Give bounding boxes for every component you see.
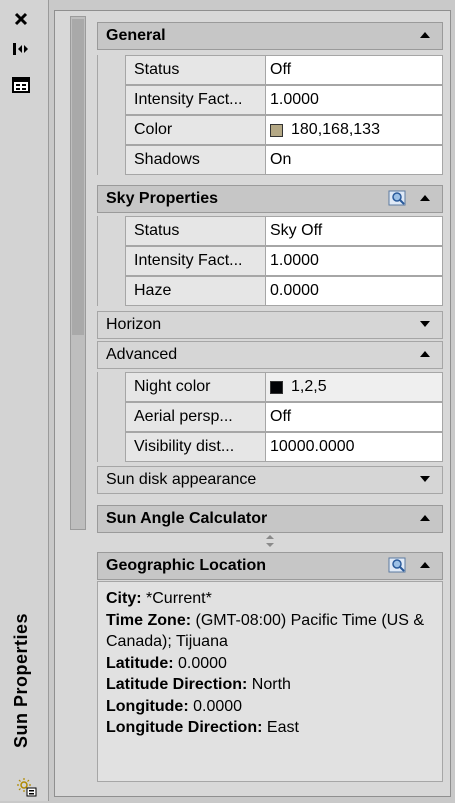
collapse-icon[interactable] bbox=[420, 351, 430, 357]
prop-row-visibility: Visibility dist... 10000.0000 bbox=[97, 432, 443, 462]
prop-name: Night color bbox=[125, 372, 265, 402]
prop-name: Intensity Fact... bbox=[125, 246, 265, 276]
scrollbar[interactable] bbox=[70, 16, 86, 530]
prop-row-haze: Haze 0.0000 bbox=[97, 276, 443, 306]
geo-latitude: Latitude: 0.0000 bbox=[106, 654, 227, 672]
magnifier-icon[interactable] bbox=[388, 190, 408, 208]
prop-row-shadows: Shadows On bbox=[97, 145, 443, 175]
collapse-icon[interactable] bbox=[420, 195, 430, 201]
prop-row-color: Color 180,168,133 bbox=[97, 115, 443, 145]
color-swatch bbox=[270, 123, 283, 137]
prop-row-aerial: Aerial persp... Off bbox=[97, 402, 443, 432]
collapse-icon[interactable] bbox=[420, 32, 430, 38]
color-swatch bbox=[270, 380, 283, 394]
properties-icon[interactable] bbox=[6, 74, 36, 96]
prop-row-sky-status: Status Sky Off bbox=[97, 216, 443, 246]
prop-name: Visibility dist... bbox=[125, 432, 265, 462]
palette-title: Sun Properties bbox=[11, 612, 32, 748]
panel-splitter[interactable] bbox=[97, 531, 443, 551]
prop-value[interactable]: 0.0000 bbox=[265, 276, 443, 306]
geo-longitude-direction: Longitude Direction: East bbox=[106, 719, 299, 736]
prop-name: Intensity Fact... bbox=[125, 85, 265, 115]
subsection-sun-disk[interactable]: Sun disk appearance bbox=[97, 466, 443, 494]
section-geographic-location[interactable]: Geographic Location bbox=[97, 552, 443, 580]
subsection-advanced[interactable]: Advanced bbox=[97, 341, 443, 369]
section-geo-title: Geographic Location bbox=[106, 557, 267, 574]
section-general[interactable]: General bbox=[97, 22, 443, 50]
geo-details: City: *Current* Time Zone: (GMT-08:00) P… bbox=[97, 581, 443, 782]
prop-value[interactable]: 180,168,133 bbox=[265, 115, 443, 145]
scrollbar-thumb[interactable] bbox=[72, 19, 84, 335]
prop-value[interactable]: Off bbox=[265, 402, 443, 432]
prop-value[interactable]: Sky Off bbox=[265, 216, 443, 246]
prop-row-sky-intensity: Intensity Fact... 1.0000 bbox=[97, 246, 443, 276]
prop-name: Shadows bbox=[125, 145, 265, 175]
collapse-icon[interactable] bbox=[420, 515, 430, 521]
collapse-icon[interactable] bbox=[420, 562, 430, 568]
magnifier-icon[interactable] bbox=[388, 557, 408, 575]
section-sun-angle[interactable]: Sun Angle Calculator bbox=[97, 505, 443, 533]
section-sky-title: Sky Properties bbox=[106, 190, 219, 207]
expand-icon[interactable] bbox=[420, 476, 430, 482]
section-sun-angle-title: Sun Angle Calculator bbox=[106, 510, 268, 527]
prop-value[interactable]: 1,2,5 bbox=[265, 372, 443, 402]
expand-icon[interactable] bbox=[420, 321, 430, 327]
resize-grip-icon bbox=[266, 535, 274, 547]
prop-value[interactable]: 1.0000 bbox=[265, 246, 443, 276]
prop-value[interactable]: Off bbox=[265, 55, 443, 85]
prop-name: Haze bbox=[125, 276, 265, 306]
prop-row-status: Status Off bbox=[97, 55, 443, 85]
geo-longitude: Longitude: 0.0000 bbox=[106, 697, 243, 715]
geo-latitude-direction: Latitude Direction: North bbox=[106, 676, 291, 693]
prop-row-night-color: Night color 1,2,5 bbox=[97, 372, 443, 402]
prop-name: Color bbox=[125, 115, 265, 145]
prop-value[interactable]: 1.0000 bbox=[265, 85, 443, 115]
subsection-horizon[interactable]: Horizon bbox=[97, 311, 443, 339]
close-icon[interactable] bbox=[6, 8, 36, 30]
prop-value[interactable]: On bbox=[265, 145, 443, 175]
palette-title-strip: Sun Properties bbox=[0, 0, 49, 801]
sun-settings-icon[interactable] bbox=[16, 776, 38, 798]
section-sky-properties[interactable]: Sky Properties bbox=[97, 185, 443, 213]
auto-hide-icon[interactable] bbox=[6, 38, 36, 60]
geo-timezone: Time Zone: (GMT-08:00) Pacific Time (US … bbox=[106, 611, 424, 651]
section-general-title: General bbox=[106, 27, 166, 44]
prop-name: Aerial persp... bbox=[125, 402, 265, 432]
geo-city: City: *Current* bbox=[106, 590, 212, 607]
prop-row-intensity: Intensity Fact... 1.0000 bbox=[97, 85, 443, 115]
prop-value[interactable]: 10000.0000 bbox=[265, 432, 443, 462]
prop-name: Status bbox=[125, 55, 265, 85]
prop-name: Status bbox=[125, 216, 265, 246]
